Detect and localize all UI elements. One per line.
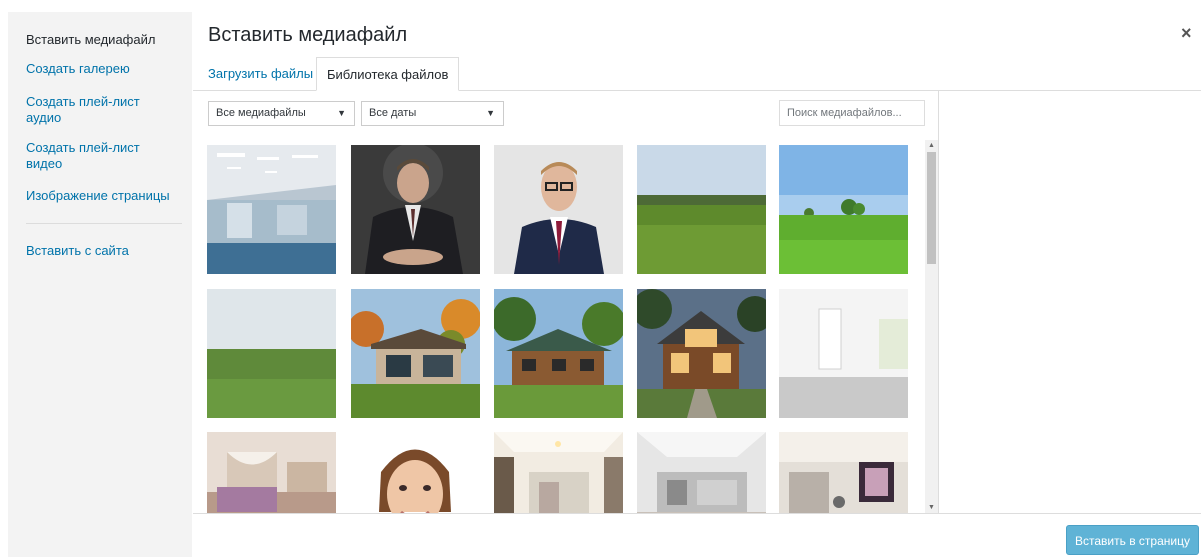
attachment-details-divider [938, 91, 939, 513]
date-value: Все даты [369, 107, 417, 119]
media-type-select[interactable]: Все медиафайлы ▼ [208, 101, 355, 126]
menu-item-insert-from-url[interactable]: Вставить с сайта [26, 243, 176, 259]
chevron-down-icon: ▼ [486, 108, 495, 118]
attachment-thumbnail-modern-house[interactable] [351, 289, 480, 418]
tab-media-library[interactable]: Библиотека файлов [316, 57, 460, 91]
scroll-up-icon[interactable]: ▲ [927, 141, 936, 150]
media-modal: Вставить медиафайл Создать галерею Созда… [0, 0, 1201, 557]
menu-item-featured-image[interactable]: Изображение страницы [26, 188, 176, 204]
menu-item-create-audio-playlist[interactable]: Создать плей-лист аудио [26, 94, 176, 126]
date-select[interactable]: Все даты ▼ [361, 101, 504, 126]
attachment-thumbnail-bedroom[interactable] [207, 432, 336, 513]
attachment-thumbnail-living-room[interactable] [494, 432, 623, 513]
attachments-grid [207, 145, 919, 513]
scrollbar-thumb[interactable] [927, 152, 936, 264]
menu-item-insert-media[interactable]: Вставить медиафайл [26, 32, 176, 48]
modal-toolbar [193, 513, 1201, 557]
media-type-value: Все медиафайлы [216, 107, 306, 119]
menu-item-create-gallery[interactable]: Создать галерею [26, 61, 176, 77]
scroll-down-icon[interactable]: ▼ [927, 503, 936, 512]
media-search-input[interactable]: Поиск медиафайлов... [779, 100, 925, 126]
attachment-thumbnail-plain[interactable] [207, 289, 336, 418]
close-icon[interactable]: × [1181, 24, 1192, 42]
attachment-thumbnail-businessman[interactable] [351, 145, 480, 274]
chevron-down-icon: ▼ [337, 108, 346, 118]
attachment-thumbnail-kitchen[interactable] [637, 432, 766, 513]
attachment-thumbnail-chalet[interactable] [637, 289, 766, 418]
modal-title: Вставить медиафайл [208, 24, 408, 46]
attachment-thumbnail-green-field[interactable] [779, 145, 908, 274]
media-menu: Вставить медиафайл Создать галерею Созда… [8, 12, 192, 557]
attachment-thumbnail-man-glasses[interactable] [494, 145, 623, 274]
attachment-thumbnail-office[interactable] [207, 145, 336, 274]
insert-into-page-button[interactable]: Вставить в страницу [1066, 525, 1199, 555]
attachment-thumbnail-empty-room[interactable] [779, 289, 908, 418]
tab-upload-files[interactable]: Загрузить файлы [208, 57, 313, 91]
grid-scrollbar[interactable]: ▲ ▼ [925, 140, 938, 513]
menu-item-create-video-playlist[interactable]: Создать плей-лист видео [26, 140, 176, 172]
attachment-thumbnail-meadow[interactable] [637, 145, 766, 274]
attachment-thumbnail-woman[interactable] [351, 432, 480, 513]
menu-separator [26, 223, 182, 224]
attachment-thumbnail-dining-room[interactable] [779, 432, 908, 513]
attachment-thumbnail-log-house[interactable] [494, 289, 623, 418]
